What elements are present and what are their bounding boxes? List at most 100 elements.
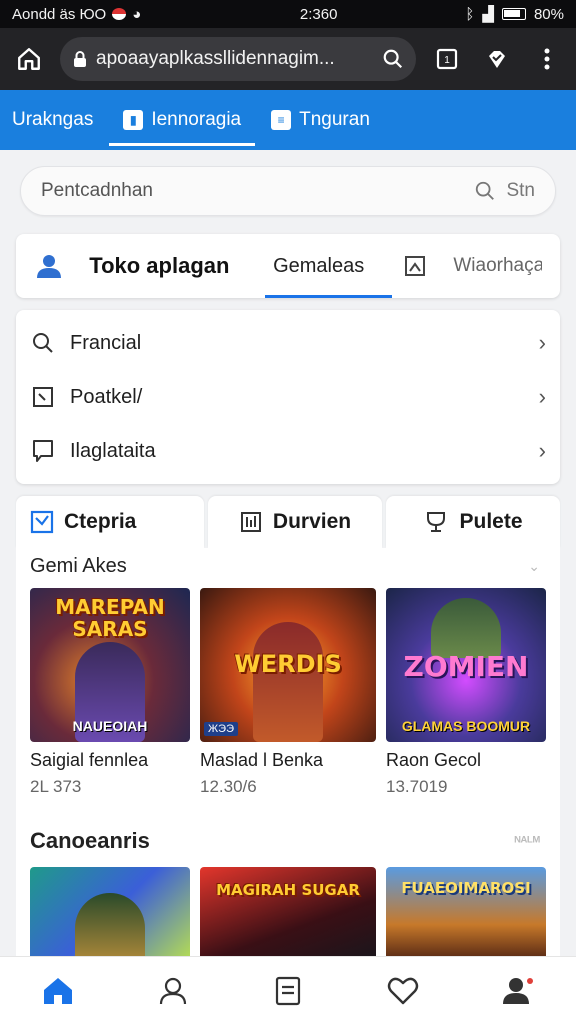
search-action-label[interactable]: Stn xyxy=(506,180,535,202)
list-item[interactable]: Ilaglataita › xyxy=(16,424,560,478)
url-text: apoaayaplkassllidennagim... xyxy=(96,48,335,69)
game-name: Maslad l Benka xyxy=(200,750,324,770)
signal-icon: ▟ xyxy=(482,6,494,23)
category-tabs: Ctepria Durvien Pulete xyxy=(16,496,560,548)
nav-home[interactable] xyxy=(30,963,86,1019)
heart-icon xyxy=(387,977,419,1004)
category-icon xyxy=(30,510,54,534)
list-item[interactable]: Francial › xyxy=(16,316,560,370)
see-more-link[interactable]: ᴺᴬᴸᴹ xyxy=(514,833,540,849)
section-tabs: Toko aplagan Gemaleas Wiaorhaça xyxy=(16,234,560,298)
bookmark-icon[interactable] xyxy=(400,254,429,278)
tab-pulete[interactable]: Pulete xyxy=(386,496,560,548)
tab-store[interactable]: Toko aplagan xyxy=(89,253,255,279)
section-title: Gemi Akes xyxy=(30,554,127,577)
game-card[interactable]: FUAEOIMAROSI xyxy=(386,867,546,963)
search-placeholder: Pentcadnhan xyxy=(41,180,153,201)
game-artwork: FUAEOIMAROSI xyxy=(386,867,546,963)
game-art-title: ZOMIEN xyxy=(403,650,529,683)
tab-label: Durvien xyxy=(272,510,352,533)
lock-icon xyxy=(74,51,86,67)
home-icon xyxy=(18,48,40,70)
app-icon: ▮ xyxy=(123,110,144,130)
nav-favorites[interactable] xyxy=(375,963,431,1019)
character-figure xyxy=(431,598,501,658)
tab-urakngas[interactable]: Urakngas xyxy=(12,90,93,150)
tabs-icon: 1 xyxy=(436,48,458,70)
menu-list: Francial › Poatkel/ › Ilaglataita › xyxy=(16,310,560,484)
list-item-label: Poatkel/ xyxy=(70,385,143,408)
game-card[interactable]: MAREPAN SARAS NAUEOIAH Saigial fennlea 2… xyxy=(30,588,190,797)
game-row: MAGIRAH SUGAR FUAEOIMAROSI xyxy=(30,867,546,963)
game-count: 13.7019 xyxy=(386,777,448,796)
more-vert-icon xyxy=(544,48,550,70)
game-card[interactable] xyxy=(30,867,190,963)
status-bar: Aondd äs ЮО ◕ 2:360 ᛒ ▟ 80% xyxy=(0,0,576,28)
bottom-navigation xyxy=(0,956,576,1024)
tab-label: Tnguran xyxy=(299,109,370,130)
character-figure xyxy=(253,622,323,742)
game-row: MAREPAN SARAS NAUEOIAH Saigial fennlea 2… xyxy=(30,588,546,797)
status-left-text: Aondd äs ЮО xyxy=(12,5,107,23)
shield-button[interactable] xyxy=(478,40,516,78)
chevron-down-icon[interactable]: ⌄ xyxy=(528,558,540,575)
menu-button[interactable] xyxy=(528,40,566,78)
game-art-title: MAREPAN SARAS xyxy=(55,595,165,641)
game-card[interactable]: MAGIRAH SUGAR xyxy=(200,867,376,963)
svg-text:1: 1 xyxy=(444,55,450,66)
trophy-icon xyxy=(427,512,446,532)
section-header: Canoeanris ᴺᴬᴸᴹ xyxy=(30,823,546,859)
chevron-right-icon: › xyxy=(538,438,546,463)
tab-tnguran[interactable]: ≡ Tnguran xyxy=(271,90,370,150)
section-title: Canoeanris xyxy=(30,828,150,853)
nav-library[interactable] xyxy=(260,963,316,1019)
address-bar[interactable]: apoaayaplkassllidennagim... xyxy=(60,37,416,81)
character-figure xyxy=(75,893,145,963)
game-art-subtitle: NAUEOIAH xyxy=(72,718,148,734)
tab-label: Pulete xyxy=(459,510,523,533)
tab-games[interactable]: Gemaleas xyxy=(255,234,392,298)
game-art-title: WERDIS xyxy=(234,650,342,678)
content-panel: Gemi Akes ⌄ MAREPAN SARAS NAUEOIAH Saigi… xyxy=(16,548,560,978)
bluetooth-icon: ᛒ xyxy=(465,5,475,23)
tab-durvien[interactable]: Durvien xyxy=(208,496,382,548)
section-header: Gemi Akes ⌄ xyxy=(30,548,546,584)
home-button[interactable] xyxy=(10,40,48,78)
battery-percent: 80% xyxy=(533,5,564,23)
game-card[interactable]: ZOMIEN GLAMAS BOOMUR Raon Gecol 13.7019 xyxy=(386,588,546,797)
game-art-title: FUAEOIMAROSI xyxy=(401,879,531,897)
document-icon: ≡ xyxy=(271,110,292,130)
search-icon[interactable] xyxy=(382,48,404,70)
whatsapp-icon: ◕ xyxy=(132,5,142,23)
document-icon xyxy=(275,976,301,1005)
tab-label: Urakngas xyxy=(12,109,94,130)
open-box-icon xyxy=(30,384,56,410)
person-icon xyxy=(159,977,186,1004)
chevron-right-icon: › xyxy=(538,330,546,355)
chat-icon xyxy=(30,438,56,464)
chevron-right-icon: › xyxy=(538,384,546,409)
game-name: Raon Gecol xyxy=(386,750,482,770)
person-icon[interactable] xyxy=(34,253,63,279)
nav-profile[interactable] xyxy=(145,963,201,1019)
search-icon[interactable] xyxy=(474,180,496,202)
tab-label: Ctepria xyxy=(64,510,137,533)
tabs-button[interactable]: 1 xyxy=(428,40,466,78)
game-name: Saigial fennlea xyxy=(30,750,149,770)
game-artwork: MAREPAN SARAS NAUEOIAH xyxy=(30,588,190,742)
home-icon xyxy=(43,977,72,1004)
tab-iennoragia[interactable]: ▮ Iennoragia xyxy=(109,90,255,150)
nav-account[interactable] xyxy=(490,963,546,1019)
tab-category[interactable]: Ctepria xyxy=(16,496,204,548)
game-artwork: WERDIS ЖЭЭ xyxy=(200,588,376,742)
browser-toolbar: apoaayaplkassllidennagim... 1 xyxy=(0,28,576,90)
game-card[interactable]: WERDIS ЖЭЭ Maslad l Benka 12.30/6 xyxy=(200,588,376,797)
search-icon xyxy=(30,330,56,356)
tab-wishlist[interactable]: Wiaorhaça xyxy=(453,255,542,277)
list-item[interactable]: Poatkel/ › xyxy=(16,370,560,424)
game-art-tag: ЖЭЭ xyxy=(204,722,238,736)
search-field[interactable]: Pentcadnhan Stn xyxy=(20,166,556,216)
game-artwork: MAGIRAH SUGAR xyxy=(200,867,376,963)
list-item-label: Francial xyxy=(70,331,142,354)
account-icon xyxy=(503,977,534,1004)
